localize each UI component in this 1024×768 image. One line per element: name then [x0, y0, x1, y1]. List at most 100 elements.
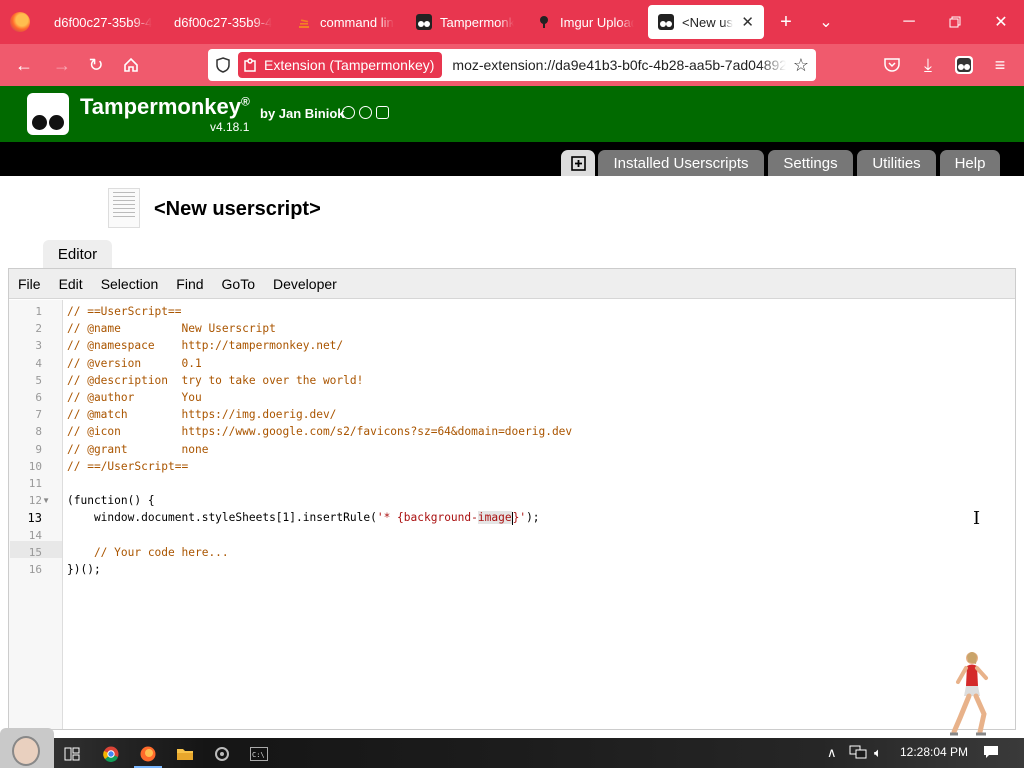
menu-edit[interactable]: Edit	[50, 276, 92, 292]
tampermonkey-logo	[27, 93, 69, 135]
line-number: 4	[35, 357, 42, 370]
tab-label: <New users	[682, 14, 733, 30]
user-avatar[interactable]	[0, 728, 54, 768]
line-number: 3	[35, 339, 42, 352]
app-icon[interactable]	[212, 745, 232, 762]
code-line: // @match https://img.doerig.dev/	[67, 408, 337, 422]
file-explorer-icon[interactable]	[175, 745, 195, 762]
code-line: // Your code here...	[67, 545, 229, 559]
new-tab-button[interactable]: +	[774, 10, 798, 34]
hamburger-menu-icon[interactable]: ≡	[988, 53, 1012, 77]
terminal-icon[interactable]: C:\	[249, 745, 269, 762]
code-line: // @name New Userscript	[67, 322, 276, 336]
code-line: // @namespace http://tampermonkey.net/	[67, 339, 344, 353]
list-all-tabs-button[interactable]: ⌄	[814, 10, 838, 34]
url-bar[interactable]: Extension (Tampermonkey) moz-extension:/…	[208, 49, 816, 81]
firefox-icon[interactable]	[134, 745, 162, 768]
browser-tab[interactable]: Imgur Upload	[526, 4, 644, 40]
firefox-menu-icon[interactable]	[10, 12, 30, 32]
volume-icon[interactable]: 🔈︎	[874, 745, 882, 761]
tampermonkey-icon	[416, 14, 432, 30]
imgur-icon	[536, 14, 552, 30]
code-area[interactable]: // ==UserScript== // @name New Userscrip…	[67, 303, 1007, 578]
app-author: by Jan Biniok	[260, 106, 345, 121]
browser-tab[interactable]: d6f00c27-35b9-4d	[164, 4, 282, 40]
chrome-icon[interactable]	[101, 745, 121, 762]
code-line: // @grant none	[67, 442, 209, 456]
code-line-current: window.document.styleSheets[1].insertRul…	[67, 511, 540, 525]
fold-arrow-icon[interactable]: ▼	[42, 496, 50, 505]
menu-developer[interactable]: Developer	[264, 276, 346, 292]
shield-icon[interactable]	[208, 49, 238, 81]
tab-settings[interactable]: Settings	[768, 150, 853, 176]
line-number: 15	[28, 546, 42, 559]
tab-installed-userscripts[interactable]: Installed Userscripts	[598, 150, 764, 176]
close-tab-icon[interactable]: ✕	[741, 13, 754, 31]
svg-text:C:\: C:\	[252, 751, 265, 759]
pocket-icon[interactable]	[880, 53, 904, 77]
show-hidden-icons-icon[interactable]: ∧	[827, 745, 837, 761]
new-script-tab[interactable]	[561, 150, 595, 176]
menu-file[interactable]: File	[9, 276, 50, 292]
dancer-figure	[950, 652, 988, 736]
tampermonkey-header: Tampermonkey® v4.18.1 by Jan Biniok	[0, 86, 1024, 142]
minimize-icon[interactable]: ─	[895, 8, 923, 36]
browser-tab[interactable]: command line	[286, 4, 404, 40]
tab-label: Imgur Upload	[560, 14, 634, 30]
url-text[interactable]: moz-extension://da9e41b3-b0fc-4b28-aa5b-…	[452, 57, 786, 73]
facebook-icon[interactable]	[359, 106, 372, 119]
tab-label: d6f00c27-35b9-4d	[174, 14, 272, 30]
forward-icon[interactable]: →	[50, 53, 74, 77]
tab-label: command line	[320, 14, 394, 30]
reload-icon[interactable]: ↻	[84, 53, 108, 77]
line-number: 7	[35, 408, 42, 421]
search-highlight: image	[477, 511, 512, 525]
downloads-icon[interactable]: ⤓	[916, 53, 940, 77]
code-line: (function() {	[67, 494, 155, 508]
notifications-icon[interactable]	[983, 745, 999, 762]
code-line: })();	[67, 562, 101, 576]
code-line: // @description try to take over the wor…	[67, 373, 364, 387]
browser-tab[interactable]: Tampermonke	[406, 4, 524, 40]
github-icon[interactable]	[342, 106, 355, 119]
code-line: // ==UserScript==	[67, 305, 182, 318]
menu-find[interactable]: Find	[167, 276, 212, 292]
code-line: // @author You	[67, 390, 202, 404]
taskbar-clock[interactable]: 12:28:04 PM	[900, 745, 968, 759]
browser-tab[interactable]: d6f00c27-35b9-4d	[44, 4, 162, 40]
bookmark-star-icon[interactable]: ☆	[786, 55, 816, 76]
line-number: 11	[28, 477, 42, 490]
close-window-icon[interactable]: ✕	[987, 8, 1015, 36]
restore-icon[interactable]	[941, 8, 969, 36]
line-number: 1	[35, 305, 42, 318]
code-line: // ==/UserScript==	[67, 459, 189, 473]
back-icon[interactable]: ←	[12, 53, 36, 77]
editor-menubar: File Edit Selection Find GoTo Developer	[9, 269, 1015, 299]
browser-tab-active[interactable]: <New users ✕	[648, 5, 764, 39]
network-icon[interactable]	[849, 745, 867, 762]
tab-label: d6f00c27-35b9-4d	[54, 14, 152, 30]
script-thumbnail-icon	[108, 188, 140, 228]
line-number: 16	[28, 563, 42, 576]
tab-help[interactable]: Help	[940, 150, 1000, 176]
line-number: 2	[35, 322, 42, 335]
menu-selection[interactable]: Selection	[92, 276, 168, 292]
line-number: 8	[35, 425, 42, 438]
extension-identity-chip[interactable]: Extension (Tampermonkey)	[238, 52, 443, 78]
puzzle-icon	[244, 58, 256, 72]
page-title: <New userscript>	[154, 198, 321, 220]
instagram-icon[interactable]	[376, 106, 389, 119]
line-number-gutter: 1 2 3 4 5 6 7 8 9 10 11 12 ▼ 13 14 15 16	[9, 300, 63, 729]
tampermonkey-toolbar-icon[interactable]	[952, 53, 976, 77]
editor-tab-row: Editor	[0, 240, 1024, 268]
line-number: 10	[28, 460, 42, 473]
home-icon[interactable]	[119, 53, 143, 77]
code-line: // @version 0.1	[67, 356, 202, 370]
line-number: 9	[35, 443, 42, 456]
menu-goto[interactable]: GoTo	[213, 276, 264, 292]
tab-utilities[interactable]: Utilities	[857, 150, 936, 176]
task-view-icon[interactable]	[62, 745, 82, 762]
tab-editor[interactable]: Editor	[43, 240, 112, 268]
